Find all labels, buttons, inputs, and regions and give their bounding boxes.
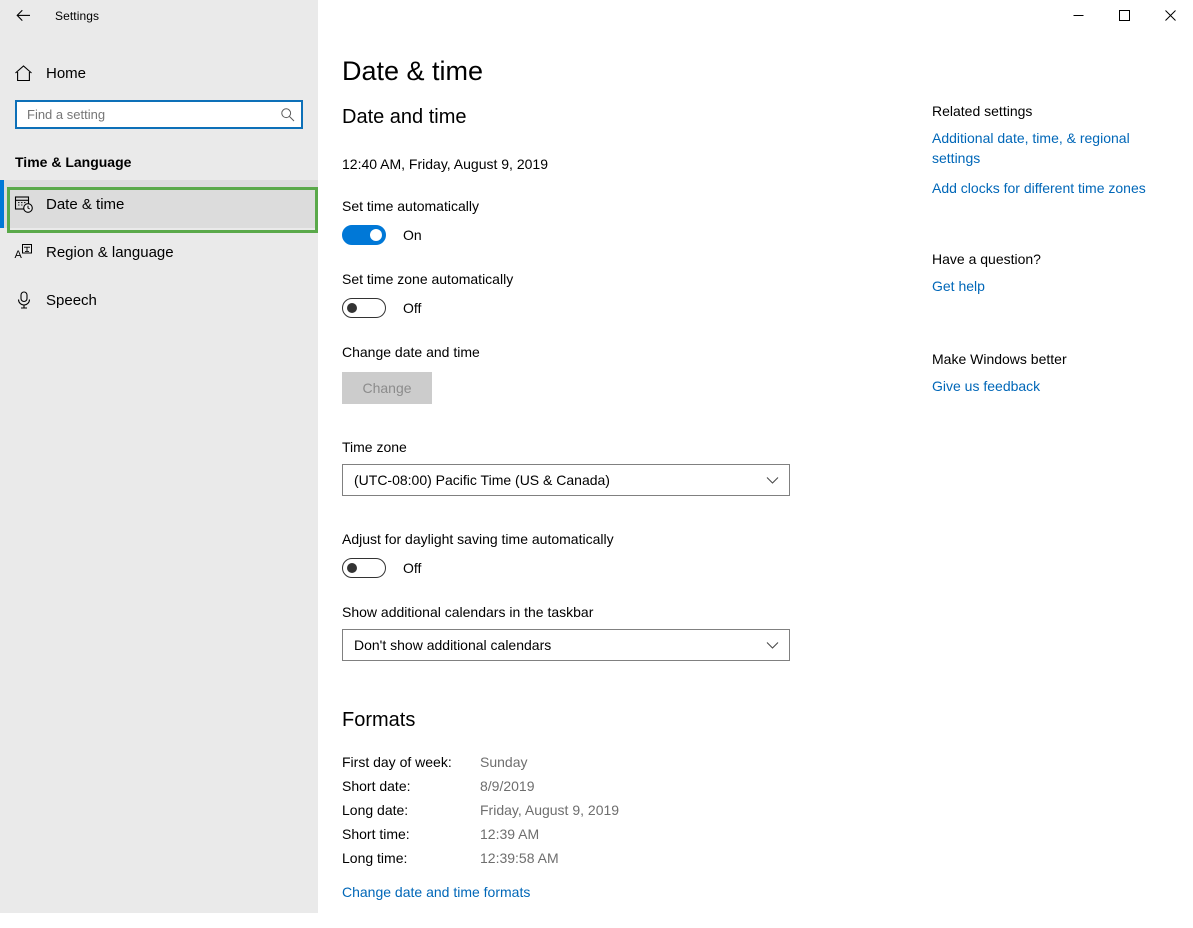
calendar-clock-icon [14,194,44,214]
time-zone-value: (UTC-08:00) Pacific Time (US & Canada) [354,472,610,488]
close-button[interactable] [1147,0,1193,31]
change-button[interactable]: Change [342,372,432,404]
minimize-icon [1073,15,1083,16]
page-title: Date & time [342,56,484,86]
have-a-question-heading: Have a question? [932,251,1041,267]
section-heading-formats: Formats [342,709,416,731]
set-time-automatically-row: On [342,225,902,245]
format-key: Short time: [342,826,410,842]
back-button[interactable] [0,0,46,31]
sidebar-section-title: Time & Language [15,154,132,170]
title-bar-left: Settings [0,0,318,31]
selected-accent-bar [0,180,4,228]
current-datetime-text: 12:40 AM, Friday, August 9, 2019 [342,156,548,172]
additional-calendars-label: Show additional calendars in the taskbar [342,604,594,620]
sidebar-item-date-time[interactable]: Date & time [0,180,318,228]
daylight-saving-row: Off [342,558,902,578]
daylight-saving-state: Off [403,560,422,576]
format-value: Sunday [480,754,528,770]
title-bar: Settings [0,0,1193,31]
minimize-button[interactable] [1055,0,1101,31]
format-key: Long date: [342,802,409,818]
home-icon [14,64,44,83]
close-icon [1164,10,1176,21]
maximize-button[interactable] [1101,0,1147,31]
set-timezone-automatically-state: Off [403,300,422,316]
sidebar-item-region-language[interactable]: A Region & language [0,228,318,276]
set-time-automatically-label: Set time automatically [342,198,479,214]
toggle-knob [370,229,382,241]
set-time-automatically-state: On [403,227,422,243]
time-zone-select[interactable]: (UTC-08:00) Pacific Time (US & Canada) [342,464,790,496]
formats-table: First day of week: Sunday Short date: 8/… [342,754,619,874]
daylight-saving-label: Adjust for daylight saving time automati… [342,531,614,547]
svg-text:A: A [15,249,23,261]
sidebar-item-speech[interactable]: Speech [0,276,318,324]
set-timezone-automatically-label: Set time zone automatically [342,271,514,287]
format-value: 12:39 AM [480,826,540,842]
set-timezone-automatically-toggle[interactable] [342,298,386,318]
sidebar-item-label-region-language: Region & language [46,243,174,261]
additional-calendars-value: Don't show additional calendars [354,637,552,653]
make-windows-better-heading: Make Windows better [932,351,1067,367]
toggle-knob [347,303,357,313]
window-controls [1055,0,1193,31]
time-zone-label: Time zone [342,439,407,455]
additional-calendars-select[interactable]: Don't show additional calendars [342,629,790,661]
daylight-saving-toggle[interactable] [342,558,386,578]
search-box[interactable] [15,100,303,129]
format-value: Friday, August 9, 2019 [480,802,620,818]
related-settings-heading: Related settings [932,103,1033,119]
add-clocks-link[interactable]: Add clocks for different time zones [932,178,1172,198]
toggle-knob [347,563,357,573]
change-date-and-time-label: Change date and time [342,344,480,360]
sidebar: Home Time & Language [0,31,318,913]
get-help-link[interactable]: Get help [932,276,1172,296]
format-key: First day of week: [342,754,452,770]
set-timezone-automatically-row: Off [342,298,902,318]
table-row: Long date: Friday, August 9, 2019 [342,802,619,826]
chevron-down-icon [766,641,779,650]
set-time-automatically-toggle[interactable] [342,225,386,245]
microphone-icon [14,290,44,310]
sidebar-item-label-speech: Speech [46,291,97,309]
table-row: First day of week: Sunday [342,754,619,778]
format-value: 12:39:58 AM [480,850,559,866]
app-title: Settings [55,8,100,23]
sidebar-nav-list: Date & time A Region & language Speech [0,180,318,324]
chevron-down-icon [766,476,779,485]
additional-regional-settings-link[interactable]: Additional date, time, & regional settin… [932,128,1172,168]
settings-window: Settings Home Find a setting Time & Lang… [0,0,1193,928]
sidebar-item-label-date-time: Date & time [46,195,125,213]
sidebar-item-home[interactable]: Home [0,53,318,93]
sidebar-item-label-home: Home [46,64,87,82]
back-arrow-icon [15,9,30,21]
give-us-feedback-link[interactable]: Give us feedback [932,376,1172,396]
section-heading-date-and-time: Date and time [342,106,467,128]
search-input[interactable] [17,102,273,127]
related-settings-panel: Related settings Additional date, time, … [932,103,1172,406]
format-key: Short date: [342,778,411,794]
table-row: Short date: 8/9/2019 [342,778,619,802]
change-date-time-formats-link[interactable]: Change date and time formats [342,884,530,900]
table-row: Short time: 12:39 AM [342,826,619,850]
table-row: Long time: 12:39:58 AM [342,850,619,874]
maximize-icon [1118,10,1130,21]
settings-column: Date and time 12:40 AM, Friday, August 9… [342,106,902,902]
format-value: 8/9/2019 [480,778,535,794]
search-icon[interactable] [273,107,301,122]
format-key: Long time: [342,850,408,866]
language-icon: A [14,242,44,262]
main-content: Date & time Date and time 12:40 AM, Frid… [318,31,1193,928]
